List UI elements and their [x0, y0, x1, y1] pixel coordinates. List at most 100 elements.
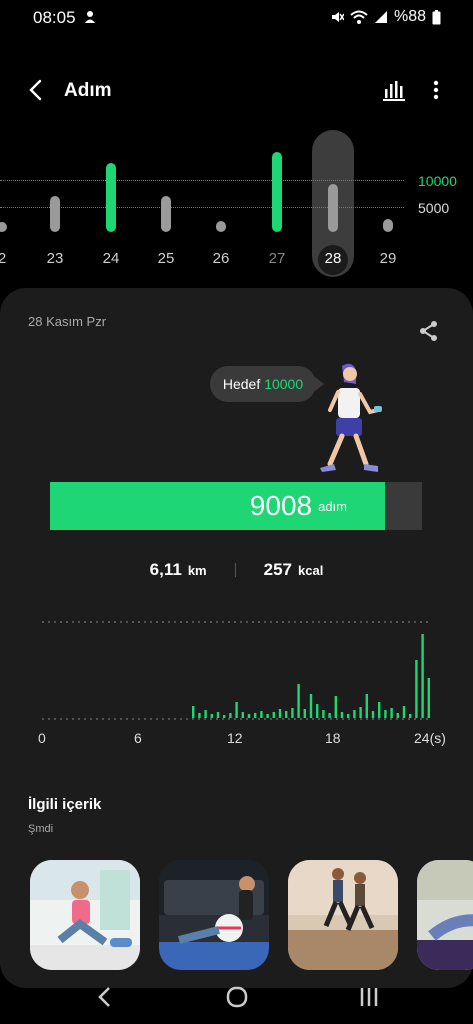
- battery-percent: %88: [393, 8, 426, 25]
- day-bar[interactable]: [0, 222, 7, 232]
- content-thumbnail-partial[interactable]: [417, 860, 473, 970]
- day-label: 25: [157, 250, 175, 267]
- hourly-step-bar: [334, 696, 337, 718]
- steps-readout: 9008 adım: [50, 482, 347, 530]
- daily-detail-card: 28 Kasım Pzr Hedef 10000 9008 adım 6,11 …: [0, 288, 473, 988]
- stats-row: 6,11 km 257 kcal: [0, 560, 473, 580]
- hourly-step-bar: [396, 713, 399, 718]
- day-label: 29: [379, 250, 397, 267]
- hourly-step-bar: [371, 711, 375, 718]
- page-title: Adım: [64, 80, 112, 101]
- goal-bubble: Hedef 10000: [210, 366, 324, 402]
- day-label: 27: [268, 250, 286, 267]
- notification-icon: [85, 11, 95, 23]
- more-options-icon[interactable]: [426, 78, 446, 102]
- yoga-image: [30, 860, 140, 970]
- ball-workout-image: [159, 860, 269, 970]
- day-bar[interactable]: [216, 221, 226, 232]
- day-label: 24: [102, 250, 120, 267]
- goal-prefix: Hedef: [222, 376, 261, 392]
- signal-icon: [374, 11, 387, 23]
- hourly-step-bar: [266, 714, 269, 718]
- content-thumbnail-ball-workout[interactable]: [159, 860, 269, 970]
- day-bar[interactable]: [50, 196, 60, 232]
- walking-person-illustration: [320, 363, 382, 472]
- nav-back-icon[interactable]: [90, 982, 120, 1012]
- distance-value: 6,11: [149, 560, 182, 579]
- hourly-step-bar: [210, 714, 213, 718]
- hourly-step-bar: [378, 702, 381, 718]
- hourly-step-bar: [216, 712, 220, 718]
- hourly-step-bar: [229, 713, 232, 718]
- hourly-step-bar: [254, 713, 257, 718]
- day-bar[interactable]: [106, 163, 116, 232]
- day-bar[interactable]: [383, 219, 393, 232]
- hour-label: 12: [227, 730, 243, 746]
- calories-unit: kcal: [298, 563, 324, 578]
- day-label: 26: [212, 250, 230, 267]
- wifi-icon: [350, 10, 368, 24]
- day-bar[interactable]: [272, 152, 282, 232]
- status-right: %88: [330, 8, 441, 26]
- day-label-selected: 28: [324, 250, 342, 267]
- hourly-step-bar: [359, 707, 362, 718]
- share-icon[interactable]: [418, 320, 440, 342]
- hourly-step-bar: [340, 712, 344, 718]
- week-strip[interactable]: 10000 5000 2 23 24 25 26 27 28 29: [0, 130, 473, 280]
- hourly-step-bar: [322, 710, 325, 718]
- hour-label: 0: [38, 730, 46, 746]
- half-goal-line-label: 5000: [418, 200, 450, 216]
- goal-value: 10000: [264, 376, 304, 392]
- hourly-step-bar: [198, 713, 201, 718]
- day-bar[interactable]: [161, 196, 171, 232]
- nav-home-icon[interactable]: [222, 982, 252, 1012]
- app-header: Adım: [0, 60, 473, 120]
- steps-count: 9008: [249, 490, 313, 521]
- day-label: 23: [46, 250, 64, 267]
- battery-icon: [432, 9, 441, 24]
- hourly-step-bar: [260, 711, 263, 718]
- hourly-step-bar: [402, 706, 406, 718]
- day-label: 2: [0, 250, 7, 267]
- stretch-image: [417, 860, 473, 970]
- day-bar-selected[interactable]: [328, 184, 338, 232]
- hour-label: 24(s): [414, 730, 446, 746]
- hourly-step-bar: [272, 712, 275, 718]
- chart-icon[interactable]: [382, 79, 406, 101]
- hourly-step-bar: [192, 706, 195, 718]
- hourly-step-bar: [278, 709, 282, 718]
- goal-line: [0, 180, 404, 181]
- hourly-step-bar: [247, 714, 251, 718]
- hourly-step-bar: [309, 694, 313, 718]
- stats-separator: [234, 563, 236, 577]
- hourly-step-bar: [285, 711, 288, 718]
- hourly-step-bar: [409, 714, 412, 718]
- hourly-step-bar: [328, 713, 331, 718]
- hourly-step-bar: [353, 710, 356, 718]
- related-content-title: İlgili içerik: [28, 796, 102, 813]
- status-bar: 08:05 %88: [0, 0, 473, 36]
- calories-value: 257: [263, 560, 292, 579]
- goal-line-label: 10000: [418, 173, 457, 189]
- back-arrow-icon[interactable]: [24, 78, 48, 102]
- hourly-step-bar: [415, 660, 418, 718]
- hourly-step-bar: [347, 714, 350, 718]
- hourly-step-bar: [223, 715, 226, 718]
- half-goal-line: [0, 207, 404, 208]
- steps-unit: adım: [318, 498, 347, 514]
- date-label: 28 Kasım Pzr: [28, 314, 107, 329]
- hourly-step-bar: [303, 709, 306, 718]
- hourly-step-bar: [427, 678, 430, 718]
- hour-label: 6: [134, 730, 142, 746]
- system-nav-bar: [0, 970, 473, 1024]
- distance-unit: km: [187, 563, 207, 578]
- hourly-step-bar: [316, 704, 319, 718]
- hour-label: 18: [325, 730, 341, 746]
- content-thumbnail-yoga[interactable]: [30, 860, 140, 970]
- hourly-step-bar: [297, 684, 300, 718]
- nav-recents-icon[interactable]: [354, 982, 384, 1012]
- content-thumbnail-running[interactable]: [288, 860, 398, 970]
- hourly-step-bar: [235, 702, 238, 718]
- hourly-step-bar: [365, 694, 368, 718]
- status-time: 08:05: [33, 8, 76, 27]
